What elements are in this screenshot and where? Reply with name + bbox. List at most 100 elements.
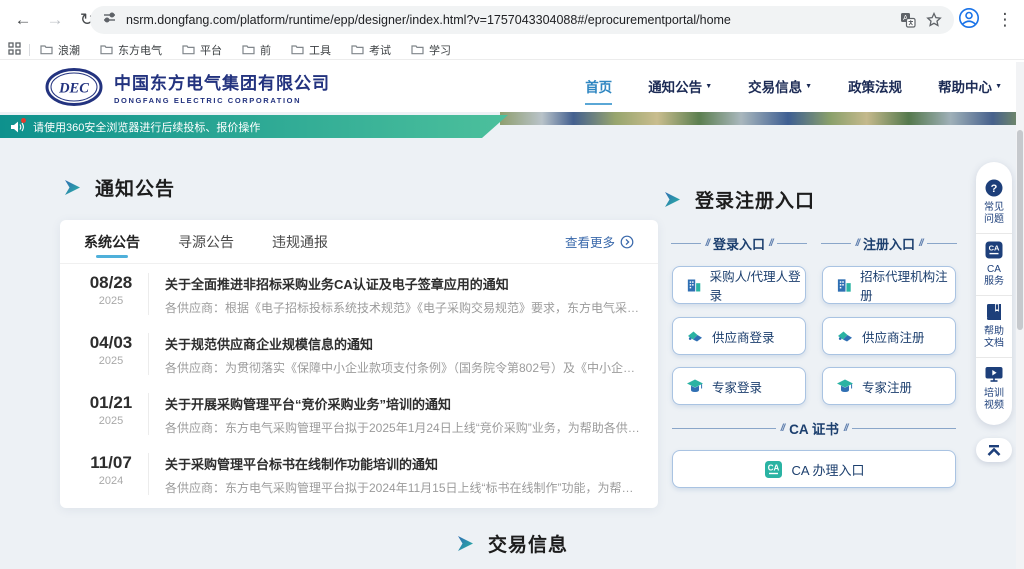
agency-register-button[interactable]: 招标代理机构注册 — [822, 266, 956, 304]
site-settings-icon[interactable] — [102, 10, 117, 30]
bookmark-folder[interactable]: 考试 — [351, 42, 391, 58]
nav-policies[interactable]: 政策法规 — [848, 76, 902, 103]
translate-icon[interactable]: A — [900, 12, 916, 28]
chevron-down-icon: ▼ — [705, 83, 712, 90]
folder-icon — [40, 44, 53, 55]
folder-icon — [242, 44, 255, 55]
bookmark-folder[interactable]: 前 — [242, 42, 271, 58]
back-to-top-button[interactable] — [976, 438, 1012, 462]
handshake-icon — [836, 328, 854, 344]
handshake-icon — [686, 328, 704, 344]
tab-sourcing-notices[interactable]: 寻源公告 — [178, 220, 234, 263]
training-video-rail-item[interactable]: 培训视频 — [976, 357, 1012, 419]
nav-trade-info[interactable]: 交易信息▼ — [748, 76, 812, 103]
ca-badge-icon: CA — [764, 460, 783, 479]
section-arrow-icon — [662, 189, 683, 210]
back-to-top-icon — [986, 444, 1002, 457]
scrollbar-thumb[interactable] — [1017, 130, 1023, 330]
browser-notice-ribbon: 请使用360安全浏览器进行后续投标、报价操作 — [0, 115, 508, 138]
company-name-en: DONGFANG ELECTRIC CORPORATION — [114, 96, 330, 105]
app-window: ← → ↻ nsrm.dongfang.com/platform/runtime… — [0, 0, 1024, 569]
notice-title: 关于采购管理平台标书在线制作功能培训的通知 — [165, 454, 634, 473]
expert-register-button[interactable]: 专家注册 — [822, 367, 956, 405]
bookmark-star-icon[interactable] — [926, 12, 942, 28]
browser-nav-buttons: ← → ↻ — [0, 10, 100, 30]
section-title-text: 交易信息 — [488, 530, 568, 557]
main-content: 请使用360安全浏览器进行后续投标、报价操作 通知公告 系统公告 寻源公告 违规… — [0, 112, 1024, 569]
purchaser-login-button[interactable]: 采购人/代理人登录 — [672, 266, 806, 304]
chevron-down-icon: ▼ — [805, 83, 812, 90]
notice-date: 11/072024 — [74, 444, 148, 504]
supplier-login-button[interactable]: 供应商登录 — [672, 317, 806, 355]
help-doc-icon — [984, 302, 1004, 322]
ca-apply-button[interactable]: CA CA 办理入口 — [672, 450, 956, 488]
ribbon-text: 请使用360安全浏览器进行后续投标、报价操作 — [33, 119, 260, 135]
trade-section-title: 交易信息 — [455, 530, 568, 557]
notice-excerpt: 各供应商：为贯彻落实《保障中小企业款项支付条例》（国务院令第802号）及《中小企… — [165, 359, 642, 376]
login-entry-header: //登录入口// — [671, 234, 807, 253]
notification-dot — [21, 118, 26, 123]
bookmark-folder[interactable]: 平台 — [182, 42, 222, 58]
bookmark-folder[interactable]: 浪潮 — [40, 42, 80, 58]
notice-date: 01/212025 — [74, 384, 148, 444]
notice-row[interactable]: 08/282025 关于全面推进非招标采购业务CA认证及电子签章应用的通知 各供… — [60, 264, 658, 324]
bookmark-folder[interactable]: 东方电气 — [100, 42, 162, 58]
folder-icon — [351, 44, 364, 55]
company-name-block: 中国东方电气集团有限公司 DONGFANG ELECTRIC CORPORATI… — [114, 69, 330, 105]
url-text[interactable]: nsrm.dongfang.com/platform/runtime/epp/d… — [126, 13, 890, 27]
notice-excerpt: 各供应商：东方电气采购管理平台拟于2024年11月15日上线“标书在线制作”功能… — [165, 479, 634, 496]
bookmark-folder[interactable]: 工具 — [291, 42, 331, 58]
browser-actions: ⋮ — [958, 0, 1018, 40]
notice-date: 08/282025 — [74, 264, 148, 324]
section-arrow-icon — [62, 177, 83, 198]
nav-help-center[interactable]: 帮助中心▼ — [938, 76, 1002, 103]
notice-excerpt: 各供应商：根据《电子招标投标系统技术规范》《电子采购交易规范》要求，东方电气采购… — [165, 299, 642, 316]
login-section-title: 登录注册入口 — [662, 186, 815, 213]
training-video-icon — [984, 364, 1004, 384]
building-icon — [686, 277, 702, 294]
back-icon[interactable]: ← — [10, 10, 36, 30]
graduation-cap-icon — [836, 378, 854, 394]
bookmark-folder[interactable]: 学习 — [411, 42, 451, 58]
company-logo[interactable]: DEC 中国东方电气集团有限公司 DONGFANG ELECTRIC CORPO… — [44, 67, 330, 107]
nav-notices[interactable]: 通知公告▼ — [648, 76, 712, 103]
address-bar[interactable]: nsrm.dongfang.com/platform/runtime/epp/d… — [90, 6, 954, 34]
folder-icon — [291, 44, 304, 55]
forward-icon[interactable]: → — [42, 10, 68, 30]
bookmarks-divider — [29, 44, 30, 56]
section-title-text: 登录注册入口 — [695, 186, 815, 213]
supplier-register-button[interactable]: 供应商注册 — [822, 317, 956, 355]
tab-violation-reports[interactable]: 违规通报 — [272, 220, 328, 263]
svg-text:CA: CA — [767, 463, 779, 472]
tab-system-notices[interactable]: 系统公告 — [84, 220, 140, 263]
menu-kebab-icon[interactable]: ⋮ — [992, 10, 1018, 30]
notice-title: 关于开展采购管理平台“竞价采购业务”培训的通知 — [165, 394, 640, 413]
profile-icon[interactable] — [958, 7, 980, 34]
notice-row[interactable]: 04/032025 关于规范供应商企业规模信息的通知 各供应商：为贯彻落实《保障… — [60, 324, 658, 384]
notice-row[interactable]: 11/072024 关于采购管理平台标书在线制作功能培训的通知 各供应商：东方电… — [60, 444, 658, 504]
site-header: DEC 中国东方电气集团有限公司 DONGFANG ELECTRIC CORPO… — [0, 60, 1024, 112]
notices-card: 系统公告 寻源公告 违规通报 查看更多 08/282025 关于全面推进非招标采… — [60, 220, 658, 508]
faq-rail-item[interactable]: ? 常见问题 — [976, 172, 1012, 233]
bookmarks-bar: 浪潮 东方电气 平台 前 工具 考试 学习 — [0, 40, 1024, 60]
question-icon: ? — [984, 178, 1004, 198]
section-arrow-icon — [455, 533, 476, 554]
dec-logo-icon: DEC — [44, 67, 104, 107]
folder-icon — [100, 44, 113, 55]
ca-service-icon: CA — [984, 240, 1004, 260]
help-doc-rail-item[interactable]: 帮助文档 — [976, 295, 1012, 357]
chevron-right-circle-icon — [620, 235, 634, 249]
ca-service-rail-item[interactable]: CA CA服务 — [976, 233, 1012, 295]
notice-row[interactable]: 01/212025 关于开展采购管理平台“竞价采购业务”培训的通知 各供应商：东… — [60, 384, 658, 444]
notices-section-title: 通知公告 — [62, 174, 175, 201]
banner-photo — [500, 112, 1024, 125]
notice-title: 关于全面推进非招标采购业务CA认证及电子签章应用的通知 — [165, 274, 642, 293]
notices-tabs: 系统公告 寻源公告 违规通报 查看更多 — [60, 220, 658, 264]
expert-login-button[interactable]: 专家登录 — [672, 367, 806, 405]
view-more-link[interactable]: 查看更多 — [565, 232, 634, 251]
notice-title: 关于规范供应商企业规模信息的通知 — [165, 334, 642, 353]
main-nav: 首页 通知公告▼ 交易信息▼ 政策法规 帮助中心▼ — [585, 76, 1002, 105]
nav-home[interactable]: 首页 — [585, 76, 612, 105]
apps-grid-icon[interactable] — [8, 42, 21, 58]
svg-text:?: ? — [991, 183, 998, 195]
